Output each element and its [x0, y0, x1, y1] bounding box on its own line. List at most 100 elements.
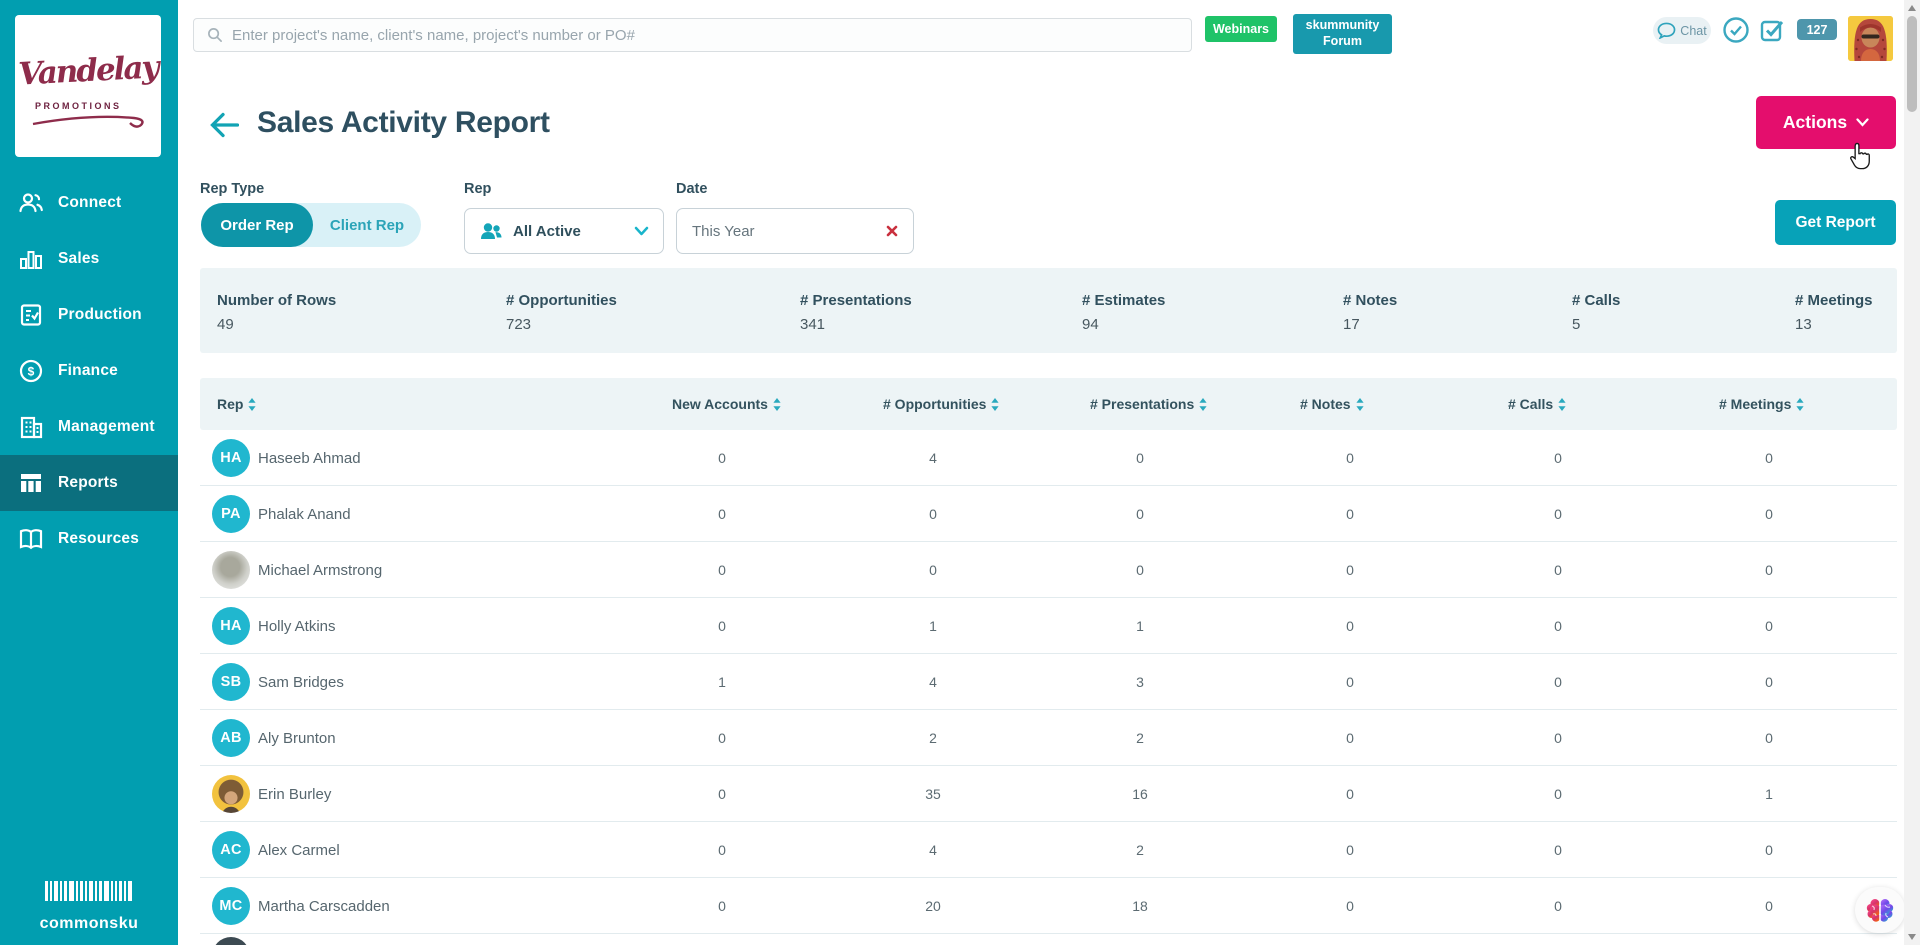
brain-icon [1866, 899, 1894, 922]
client-rep-tab[interactable]: Client Rep [313, 203, 421, 247]
assistant-widget[interactable] [1855, 887, 1905, 933]
sidebar-item-label: Resources [58, 530, 140, 547]
tasks-icon[interactable] [1760, 18, 1785, 43]
column-header-rep[interactable]: Rep [217, 378, 257, 430]
chat-button[interactable]: Chat [1653, 17, 1711, 44]
table-row[interactable]: AB Aly Brunton 0 2 2 0 0 0 [200, 710, 1897, 766]
table-row[interactable]: HA Holly Atkins 0 1 1 0 0 0 [200, 598, 1897, 654]
actions-button[interactable]: Actions [1756, 96, 1896, 149]
sidebar-item-label: Sales [58, 250, 100, 267]
summary-label: # Meetings [1795, 292, 1873, 309]
summary-label: # Estimates [1082, 292, 1166, 309]
sidebar-item-label: Management [58, 418, 155, 435]
select-chevron-icon [634, 226, 649, 236]
commonsku-wordmark: commonsku [39, 915, 139, 932]
back-arrow-button[interactable] [209, 111, 239, 139]
table-row[interactable]: HA Haseeb Ahmad 0 4 0 0 0 0 [200, 430, 1897, 486]
sort-icon [991, 397, 1000, 411]
metric-cell: 0 [1765, 506, 1773, 522]
sidebar-item-management[interactable]: Management [0, 399, 178, 455]
metric-cell: 0 [1765, 450, 1773, 466]
sidebar-item-connect[interactable]: Connect [0, 175, 178, 231]
column-label: # Presentations [1090, 396, 1195, 412]
skummunity-forum-button[interactable]: skummunity Forum [1293, 14, 1392, 54]
rep-name: Michael Armstrong [258, 561, 383, 579]
get-report-button[interactable]: Get Report [1775, 200, 1896, 245]
metric-cell: 0 [1765, 562, 1773, 578]
date-filter-input[interactable]: This Year [676, 208, 914, 254]
column-header-opportunities[interactable]: # Opportunities [883, 378, 1000, 430]
rep-avatar: SB [212, 663, 250, 701]
bars-icon [18, 246, 44, 272]
metric-cell: 0 [1136, 450, 1144, 466]
sidebar-item-reports[interactable]: Reports [0, 455, 178, 511]
user-avatar[interactable] [1848, 16, 1893, 61]
brand-name: Vandelay [17, 49, 159, 93]
chevron-down-icon [1856, 118, 1869, 127]
table-row[interactable]: AC Alex Carmel 0 4 2 0 0 0 [200, 822, 1897, 878]
metric-cell: 1 [929, 618, 937, 634]
brand-subtitle: PROMOTIONS [35, 101, 122, 111]
rep-avatar: AB [212, 719, 250, 757]
reminders-icon[interactable] [1723, 17, 1749, 43]
sidebar-item-label: Connect [58, 194, 122, 211]
summary-item: Number of Rows 49 [217, 292, 336, 333]
metric-cell: 16 [1132, 786, 1148, 802]
table-row[interactable]: SB Sam Bridges 1 4 3 0 0 0 [200, 654, 1897, 710]
clear-date-icon[interactable] [886, 225, 898, 237]
rep-label: Rep [464, 181, 492, 197]
metric-cell: 0 [1554, 786, 1562, 802]
sort-icon [1558, 397, 1566, 411]
rep-name: Sam Bridges [258, 673, 344, 691]
scroll-down-arrow[interactable] [1908, 934, 1916, 940]
column-header-calls[interactable]: # Calls [1508, 378, 1566, 430]
sidebar-item-production[interactable]: Production [0, 287, 178, 343]
scrollbar-thumb[interactable] [1907, 16, 1917, 112]
company-logo[interactable]: Vandelay PROMOTIONS [15, 15, 161, 157]
summary-value: 5 [1572, 316, 1581, 333]
search-placeholder: Enter project's name, client's name, pro… [232, 26, 635, 44]
sidebar-item-finance[interactable]: $ Finance [0, 343, 178, 399]
table-row[interactable]: Erin Burley 0 35 16 0 0 1 [200, 766, 1897, 822]
rep-select[interactable]: All Active [464, 208, 664, 254]
book-icon [18, 526, 44, 552]
rep-name: Erin Burley [258, 785, 332, 803]
column-label: # Calls [1508, 396, 1554, 412]
order-rep-tab[interactable]: Order Rep [201, 203, 313, 247]
metric-cell: 4 [929, 674, 937, 690]
notification-count-badge[interactable]: 127 [1797, 19, 1837, 40]
sidebar-item-sales[interactable]: Sales [0, 231, 178, 287]
sort-icon [1355, 397, 1364, 411]
summary-item: # Calls 5 [1572, 292, 1620, 333]
app-root: Vandelay PROMOTIONS Connect Sales Producti… [0, 0, 1920, 945]
summary-value: 13 [1795, 316, 1812, 333]
table-row[interactable]: Michael Armstrong 0 0 0 0 0 0 [200, 542, 1897, 598]
metric-cell: 0 [1554, 898, 1562, 914]
table-row[interactable]: PA Phalak Anand 0 0 0 0 0 0 [200, 486, 1897, 542]
metric-cell: 0 [929, 506, 937, 522]
sidebar: Vandelay PROMOTIONS Connect Sales Producti… [0, 0, 178, 945]
column-header-notes[interactable]: # Notes [1300, 378, 1364, 430]
column-header-meetings[interactable]: # Meetings [1719, 378, 1804, 430]
summary-value: 341 [800, 316, 826, 333]
metric-cell: 0 [929, 562, 937, 578]
summary-label: # Presentations [800, 292, 912, 309]
metric-cell: 0 [1765, 674, 1773, 690]
column-header-newaccounts[interactable]: New Accounts [672, 378, 781, 430]
sidebar-item-resources[interactable]: Resources [0, 511, 178, 567]
metric-cell: 0 [1346, 450, 1354, 466]
rep-name: Aly Brunton [258, 729, 336, 747]
webinars-button[interactable]: Webinars [1205, 16, 1277, 42]
table-row[interactable]: MC Martha Carscadden 0 20 18 0 0 0 [200, 878, 1897, 934]
column-header-presentations[interactable]: # Presentations [1090, 378, 1207, 430]
metric-cell: 0 [1346, 674, 1354, 690]
metric-cell: 4 [929, 450, 937, 466]
scroll-up-arrow[interactable] [1908, 5, 1916, 11]
metric-cell: 35 [925, 786, 941, 802]
summary-item: # Meetings 13 [1795, 292, 1873, 333]
sidebar-item-label: Finance [58, 362, 118, 379]
global-search-input[interactable]: Enter project's name, client's name, pro… [193, 18, 1192, 52]
metric-cell: 0 [1554, 730, 1562, 746]
sort-icon [1199, 397, 1207, 411]
building-icon [18, 414, 44, 440]
